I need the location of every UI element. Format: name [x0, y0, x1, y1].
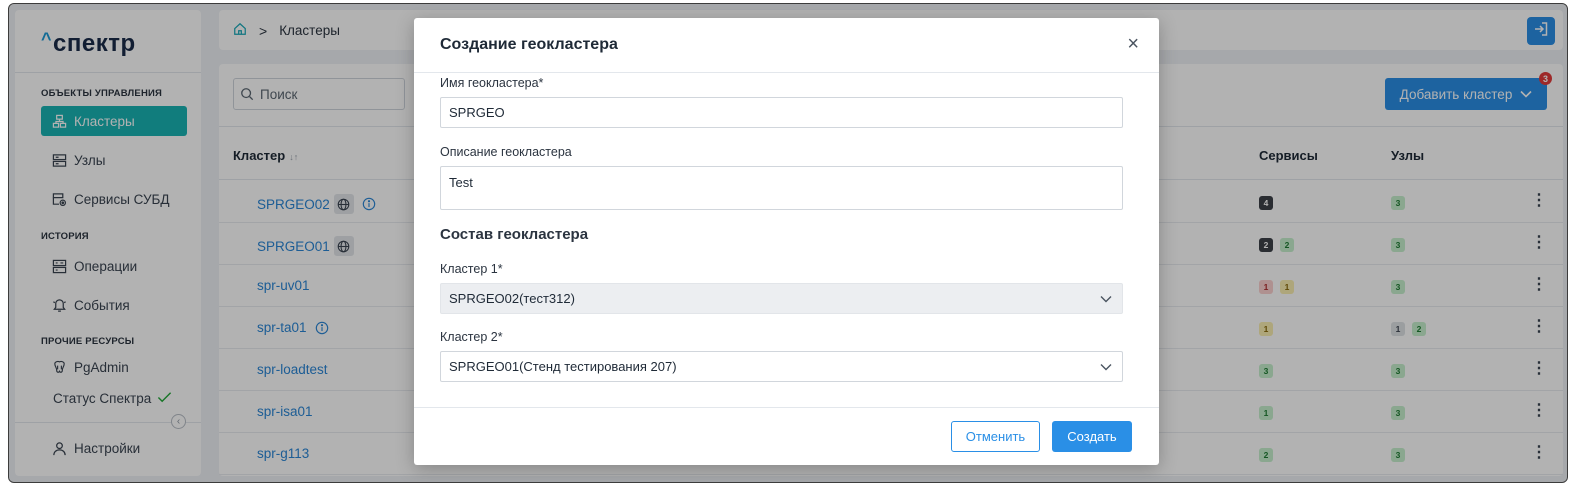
app-window: ^спектр ОБЪЕКТЫ УПРАВЛЕНИЯ Кластеры Узлы… — [8, 3, 1568, 483]
geocluster-description-field[interactable]: Test — [440, 166, 1123, 210]
dialog-title: Создание геокластера — [440, 36, 618, 53]
geocluster-name-field[interactable]: SPRGEO — [440, 97, 1123, 128]
cluster1-select[interactable]: SPRGEO02(тест312) — [440, 283, 1123, 314]
create-button[interactable]: Создать — [1052, 421, 1132, 452]
chevron-down-icon — [1100, 363, 1112, 371]
create-geocluster-dialog: Создание геокластера × Имя геокластера* … — [414, 18, 1159, 465]
cluster2-label: Кластер 2* — [440, 330, 503, 344]
cluster1-label: Кластер 1* — [440, 262, 503, 276]
geocluster-name-value: SPRGEO — [449, 105, 505, 120]
dialog-header-divider — [414, 72, 1159, 73]
cancel-button[interactable]: Отменить — [951, 421, 1040, 452]
geocluster-description-label: Описание геокластера — [440, 145, 572, 159]
geocluster-name-label: Имя геокластера* — [440, 76, 544, 90]
cluster2-value: SPRGEO01(Стенд тестирования 207) — [449, 359, 677, 374]
chevron-down-icon — [1100, 295, 1112, 303]
composition-section-title: Состав геокластера — [440, 226, 589, 243]
dialog-footer-divider — [414, 407, 1159, 408]
geocluster-description-value: Test — [449, 175, 473, 190]
cluster1-value: SPRGEO02(тест312) — [449, 291, 575, 306]
close-icon[interactable]: × — [1127, 34, 1139, 54]
cluster2-select[interactable]: SPRGEO01(Стенд тестирования 207) — [440, 351, 1123, 382]
